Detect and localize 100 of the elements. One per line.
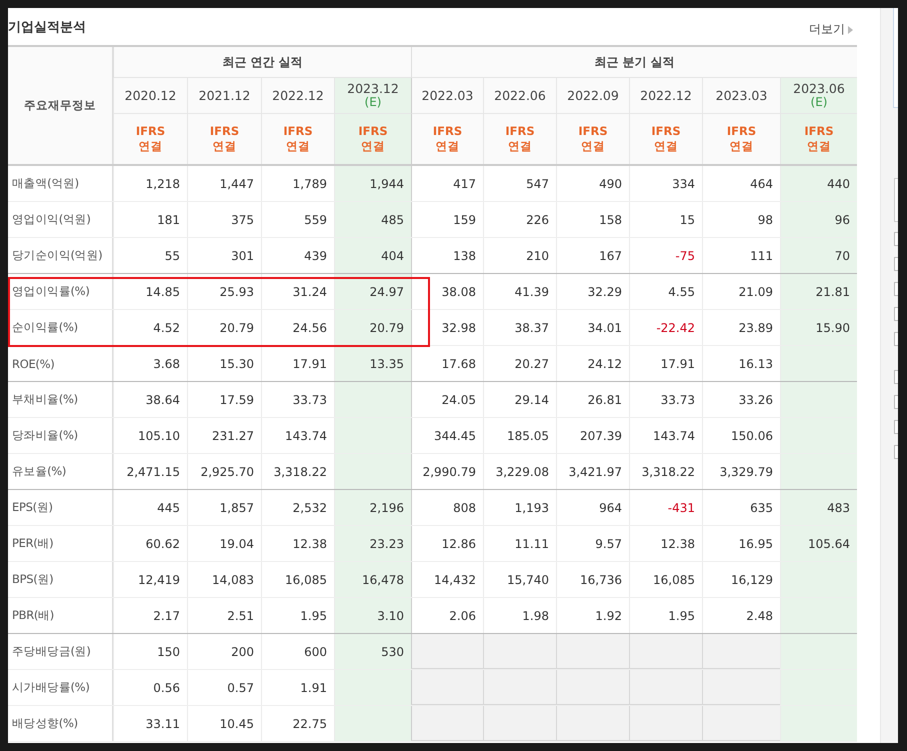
table-cell: 483 <box>780 490 857 525</box>
table-cell: 32.29 <box>556 274 629 309</box>
table-cell: 445 <box>113 490 187 525</box>
table-cell: 2,471.15 <box>113 454 187 489</box>
table-cell: 24.12 <box>556 346 629 381</box>
table-cell: 2.06 <box>411 598 483 633</box>
table-cell: 12.86 <box>411 526 483 561</box>
period-header: 2022.09 <box>556 78 629 114</box>
table-cell: 14,432 <box>411 562 483 597</box>
table-cell: 11.11 <box>483 526 556 561</box>
row-label: BPS(원) <box>8 562 113 597</box>
table-cell: 0.57 <box>187 670 261 705</box>
period-header: 2020.12 <box>113 78 187 114</box>
table-cell: 105.64 <box>780 526 857 561</box>
more-link[interactable]: 더보기 <box>809 21 853 38</box>
table-cell: 210 <box>483 238 556 273</box>
table-cell: 14.85 <box>113 274 187 309</box>
row-label: PBR(배) <box>8 598 113 633</box>
table-cell: 15 <box>629 202 702 237</box>
table-cell: 12.38 <box>629 526 702 561</box>
table-cell: 41.39 <box>483 274 556 309</box>
table-cell: 15.90 <box>780 310 857 345</box>
table-cell: 3,421.97 <box>556 454 629 489</box>
period-header: 2022.12 <box>629 78 702 114</box>
table-cell: 3,318.22 <box>629 454 702 489</box>
table-cell: 24.05 <box>411 382 483 417</box>
table-cell: 158 <box>556 202 629 237</box>
basis-label: IFRS 연결 <box>629 114 702 164</box>
table-cell: 38.08 <box>411 274 483 309</box>
table-cell: 17.59 <box>187 382 261 417</box>
basis-label: IFRS 연결 <box>113 114 187 164</box>
table-cell: -22.42 <box>629 310 702 345</box>
table-cell: 17.68 <box>411 346 483 381</box>
period-header: 2022.03 <box>411 78 483 114</box>
table-cell: 404 <box>334 238 411 273</box>
table-cell: -75 <box>629 238 702 273</box>
table-cell: 26.81 <box>556 382 629 417</box>
table-cell: 964 <box>556 490 629 525</box>
table-cell: 60.62 <box>113 526 187 561</box>
table-cell: 70 <box>780 238 857 273</box>
table-cell: 2,990.79 <box>411 454 483 489</box>
row-label: 시가배당률(%) <box>8 670 113 705</box>
table-cell: 1,193 <box>483 490 556 525</box>
table-cell: 20.79 <box>187 310 261 345</box>
table-cell: 34.01 <box>556 310 629 345</box>
table-cell: 20.79 <box>334 310 411 345</box>
table-cell: 417 <box>411 166 483 201</box>
table-cell: 0.56 <box>113 670 187 705</box>
table-cell: 530 <box>334 634 411 669</box>
table-cell: 16,736 <box>556 562 629 597</box>
table-cell: 334 <box>629 166 702 201</box>
row-label: 영업이익률(%) <box>8 274 113 309</box>
table-cell: 301 <box>187 238 261 273</box>
table-cell: 17.91 <box>629 346 702 381</box>
period-header: 2023.12 (E) <box>334 78 411 114</box>
table-cell: 185.05 <box>483 418 556 453</box>
table-cell: 29.14 <box>483 382 556 417</box>
table-cell: 33.73 <box>629 382 702 417</box>
table-cell: 375 <box>187 202 261 237</box>
header-cell: 주요재무정보 <box>8 47 113 164</box>
period-header: 2023.06 (E) <box>780 78 857 114</box>
row-label: 매출액(억원) <box>8 166 113 201</box>
table-cell: 808 <box>411 490 483 525</box>
table-cell: 1.92 <box>556 598 629 633</box>
table-cell: 20.27 <box>483 346 556 381</box>
table-cell: 13.35 <box>334 346 411 381</box>
table-cell: 547 <box>483 166 556 201</box>
basis-label: IFRS 연결 <box>556 114 629 164</box>
period-header: 2021.12 <box>187 78 261 114</box>
table-cell: 1,447 <box>187 166 261 201</box>
table-cell: 21.81 <box>780 274 857 309</box>
row-label: 당좌비율(%) <box>8 418 113 453</box>
row-label: 순이익률(%) <box>8 310 113 345</box>
table-cell: 15.30 <box>187 346 261 381</box>
table-cell: 2,925.70 <box>187 454 261 489</box>
table-cell: 226 <box>483 202 556 237</box>
period-header: 2022.06 <box>483 78 556 114</box>
table-cell: 3,229.08 <box>483 454 556 489</box>
table-cell: 181 <box>113 202 187 237</box>
table-cell: 1,857 <box>187 490 261 525</box>
table-cell: 4.55 <box>629 274 702 309</box>
table-cell: 16,478 <box>334 562 411 597</box>
table-cell: 4.52 <box>113 310 187 345</box>
table-cell: 38.64 <box>113 382 187 417</box>
basis-label: IFRS 연결 <box>334 114 411 164</box>
row-label: 부채비율(%) <box>8 382 113 417</box>
row-label: 배당성향(%) <box>8 706 113 741</box>
row-label: 주당배당금(원) <box>8 634 113 669</box>
row-label: PER(배) <box>8 526 113 561</box>
basis-label: IFRS 연결 <box>483 114 556 164</box>
row-label: 당기순이익(억원) <box>8 238 113 273</box>
table-cell: 14,083 <box>187 562 261 597</box>
table-cell: 2,196 <box>334 490 411 525</box>
table-cell: 1,944 <box>334 166 411 201</box>
section-title: 기업실적분석 <box>8 18 86 36</box>
table-cell: 9.57 <box>556 526 629 561</box>
table-cell: 55 <box>113 238 187 273</box>
table-cell: 143.74 <box>629 418 702 453</box>
table-cell: 3.10 <box>334 598 411 633</box>
table-cell: 1,218 <box>113 166 187 201</box>
